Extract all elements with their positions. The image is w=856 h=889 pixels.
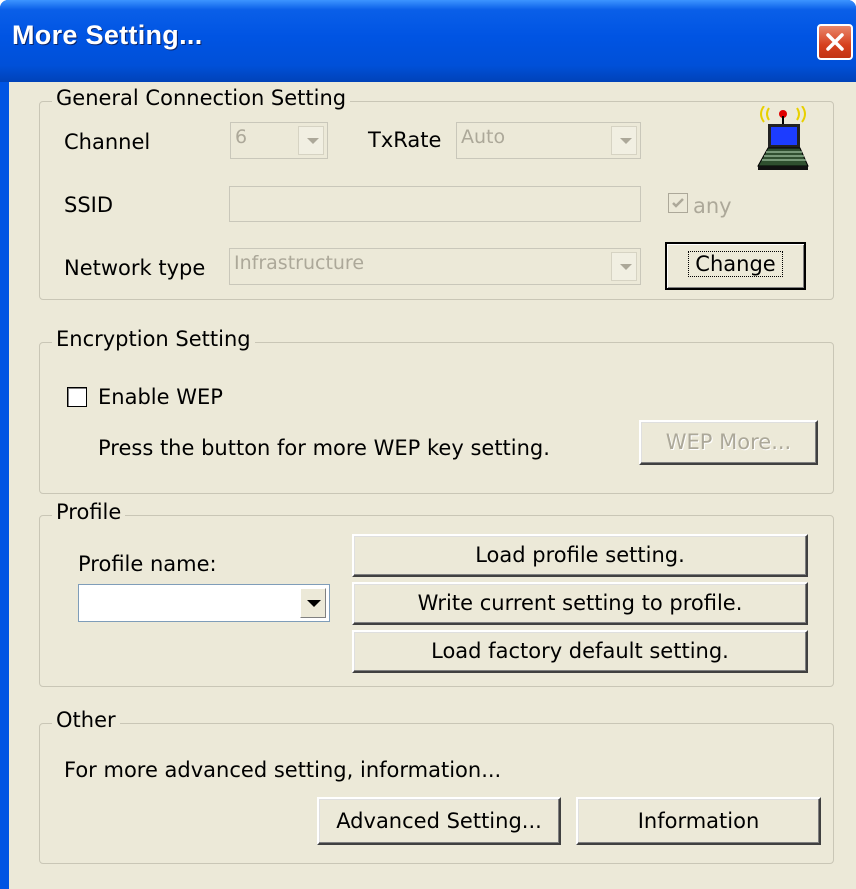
network-type-select[interactable]: Infrastructure xyxy=(229,248,641,285)
ssid-label: SSID xyxy=(64,193,114,217)
chevron-down-icon xyxy=(620,137,632,144)
change-button[interactable]: Change xyxy=(665,242,806,290)
load-factory-default-button[interactable]: Load factory default setting. xyxy=(352,630,808,673)
advanced-setting-button[interactable]: Advanced Setting... xyxy=(317,797,561,845)
network-type-value: Infrastructure xyxy=(234,252,365,274)
information-label: Information xyxy=(637,809,760,833)
profile-name-label: Profile name: xyxy=(78,552,217,576)
profile-legend: Profile xyxy=(52,500,126,524)
enable-wep-checkbox[interactable] xyxy=(67,387,87,407)
txrate-dropdown-button[interactable] xyxy=(611,126,637,155)
any-label: any xyxy=(693,194,732,218)
other-description: For more advanced setting, information..… xyxy=(64,758,502,782)
advanced-setting-label: Advanced Setting... xyxy=(336,809,542,833)
profile-dropdown-button[interactable] xyxy=(300,588,326,618)
general-connection-legend: General Connection Setting xyxy=(52,86,351,110)
encryption-group: Encryption Setting xyxy=(39,327,834,494)
load-profile-label: Load profile setting. xyxy=(475,543,685,567)
wep-more-button[interactable]: WEP More... xyxy=(639,420,818,465)
close-icon xyxy=(826,33,844,51)
profile-name-select[interactable] xyxy=(78,584,330,622)
other-legend: Other xyxy=(52,708,120,732)
txrate-value: Auto xyxy=(461,126,506,148)
write-profile-label: Write current setting to profile. xyxy=(417,591,743,615)
title-bar: More Setting... xyxy=(0,0,856,82)
wireless-laptop-icon xyxy=(757,106,809,170)
wep-more-label: WEP More... xyxy=(665,430,792,454)
more-setting-window: More Setting... General Connection Setti… xyxy=(0,0,856,889)
any-checkbox[interactable] xyxy=(668,193,688,213)
close-button[interactable] xyxy=(817,24,853,60)
checkmark-icon xyxy=(672,198,684,208)
information-button[interactable]: Information xyxy=(576,797,821,845)
chevron-down-icon xyxy=(620,263,632,270)
channel-value: 6 xyxy=(235,126,248,148)
encryption-legend: Encryption Setting xyxy=(52,327,255,351)
channel-dropdown-button[interactable] xyxy=(298,126,324,155)
dialog-body: General Connection Setting Channel 6 TxR… xyxy=(9,82,856,889)
chevron-down-icon xyxy=(307,137,319,144)
ssid-input[interactable] xyxy=(229,186,641,222)
channel-select[interactable]: 6 xyxy=(230,122,328,159)
txrate-select[interactable]: Auto xyxy=(456,122,641,159)
network-type-dropdown-button[interactable] xyxy=(611,252,637,281)
load-factory-default-label: Load factory default setting. xyxy=(431,639,729,663)
enable-wep-label: Enable WEP xyxy=(98,385,223,409)
window-title: More Setting... xyxy=(12,20,203,50)
write-profile-button[interactable]: Write current setting to profile. xyxy=(352,582,808,625)
channel-label: Channel xyxy=(64,130,151,154)
load-profile-button[interactable]: Load profile setting. xyxy=(352,534,808,577)
txrate-label: TxRate xyxy=(368,128,442,152)
change-button-label: Change xyxy=(688,251,783,277)
wep-hint-text: Press the button for more WEP key settin… xyxy=(98,436,550,460)
network-type-label: Network type xyxy=(64,256,206,280)
chevron-down-icon xyxy=(307,600,321,607)
